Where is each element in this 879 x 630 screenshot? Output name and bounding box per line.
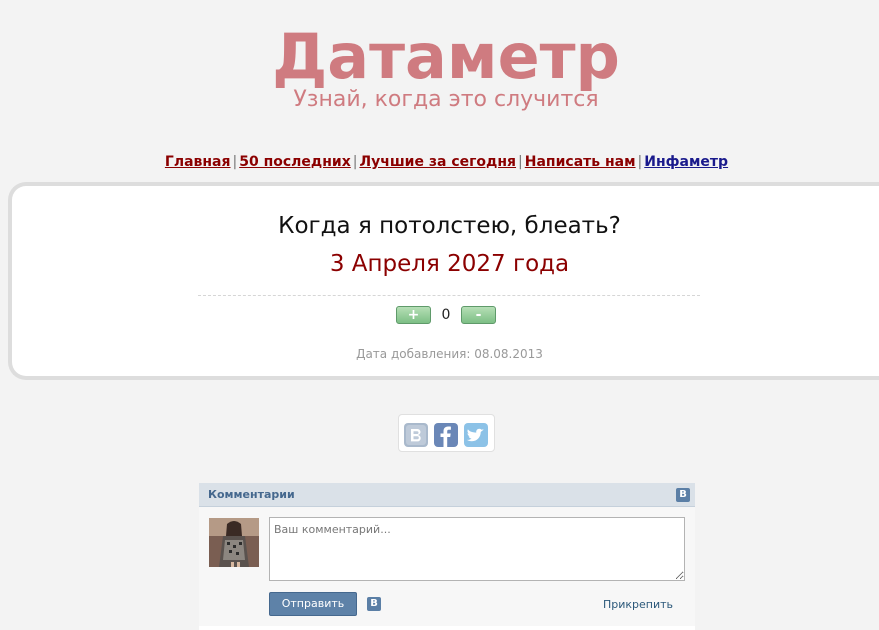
twitter-icon[interactable]	[464, 423, 488, 447]
attach-link[interactable]: Прикрепить	[603, 598, 673, 612]
prediction-card: Когда я потолстею, блеать? 3 Апреля 2027…	[8, 182, 879, 380]
vote-down-button[interactable]: -	[461, 306, 496, 324]
vote-score: 0	[441, 307, 451, 323]
site-tagline: Узнай, когда это случится	[293, 87, 599, 112]
nav-link-home[interactable]: Главная	[165, 154, 231, 170]
nav-separator: |	[518, 154, 523, 170]
nav-link-latest-50[interactable]: 50 последних	[239, 154, 351, 170]
prediction-answer: 3 Апреля 2027 года	[329, 251, 570, 277]
prediction-question: Когда я потолстею, блеать?	[278, 213, 621, 239]
nav-link-best-today[interactable]: Лучшие за сегодня	[359, 154, 516, 170]
vk-icon[interactable]	[404, 423, 428, 447]
main-nav: Главная | 50 последних | Лучшие за сегодня | Н…	[0, 153, 879, 171]
nav-link-contact[interactable]: Написать нам	[525, 154, 636, 170]
vk-logo-icon[interactable]: В	[676, 488, 690, 502]
nav-separator: |	[637, 154, 643, 170]
date-added: Дата добавления: 08.08.2013	[356, 347, 543, 361]
vk-comments-widget: Комментарии В Отправить В Прикрепить	[199, 483, 695, 630]
avatar[interactable]	[209, 518, 259, 567]
share-buttons	[398, 414, 495, 452]
page: Датаметр Узнай, когда это случится Главн…	[0, 0, 879, 630]
vote-up-button[interactable]: +	[396, 306, 431, 324]
nav-link-infameter[interactable]: Инфаметр	[644, 154, 728, 170]
comments-bottom-strip	[199, 626, 695, 630]
comment-input[interactable]	[269, 517, 685, 581]
comments-header: Комментарии В	[199, 483, 695, 507]
vk-logo-icon[interactable]: В	[367, 597, 381, 611]
site-logo[interactable]: Датаметр	[0, 22, 879, 92]
send-comment-button[interactable]: Отправить	[269, 592, 357, 616]
facebook-icon[interactable]	[434, 423, 458, 447]
comments-title: Комментарии	[208, 488, 295, 501]
nav-separator: |	[352, 154, 358, 170]
nav-separator: |	[232, 154, 238, 170]
card-divider	[198, 295, 700, 296]
